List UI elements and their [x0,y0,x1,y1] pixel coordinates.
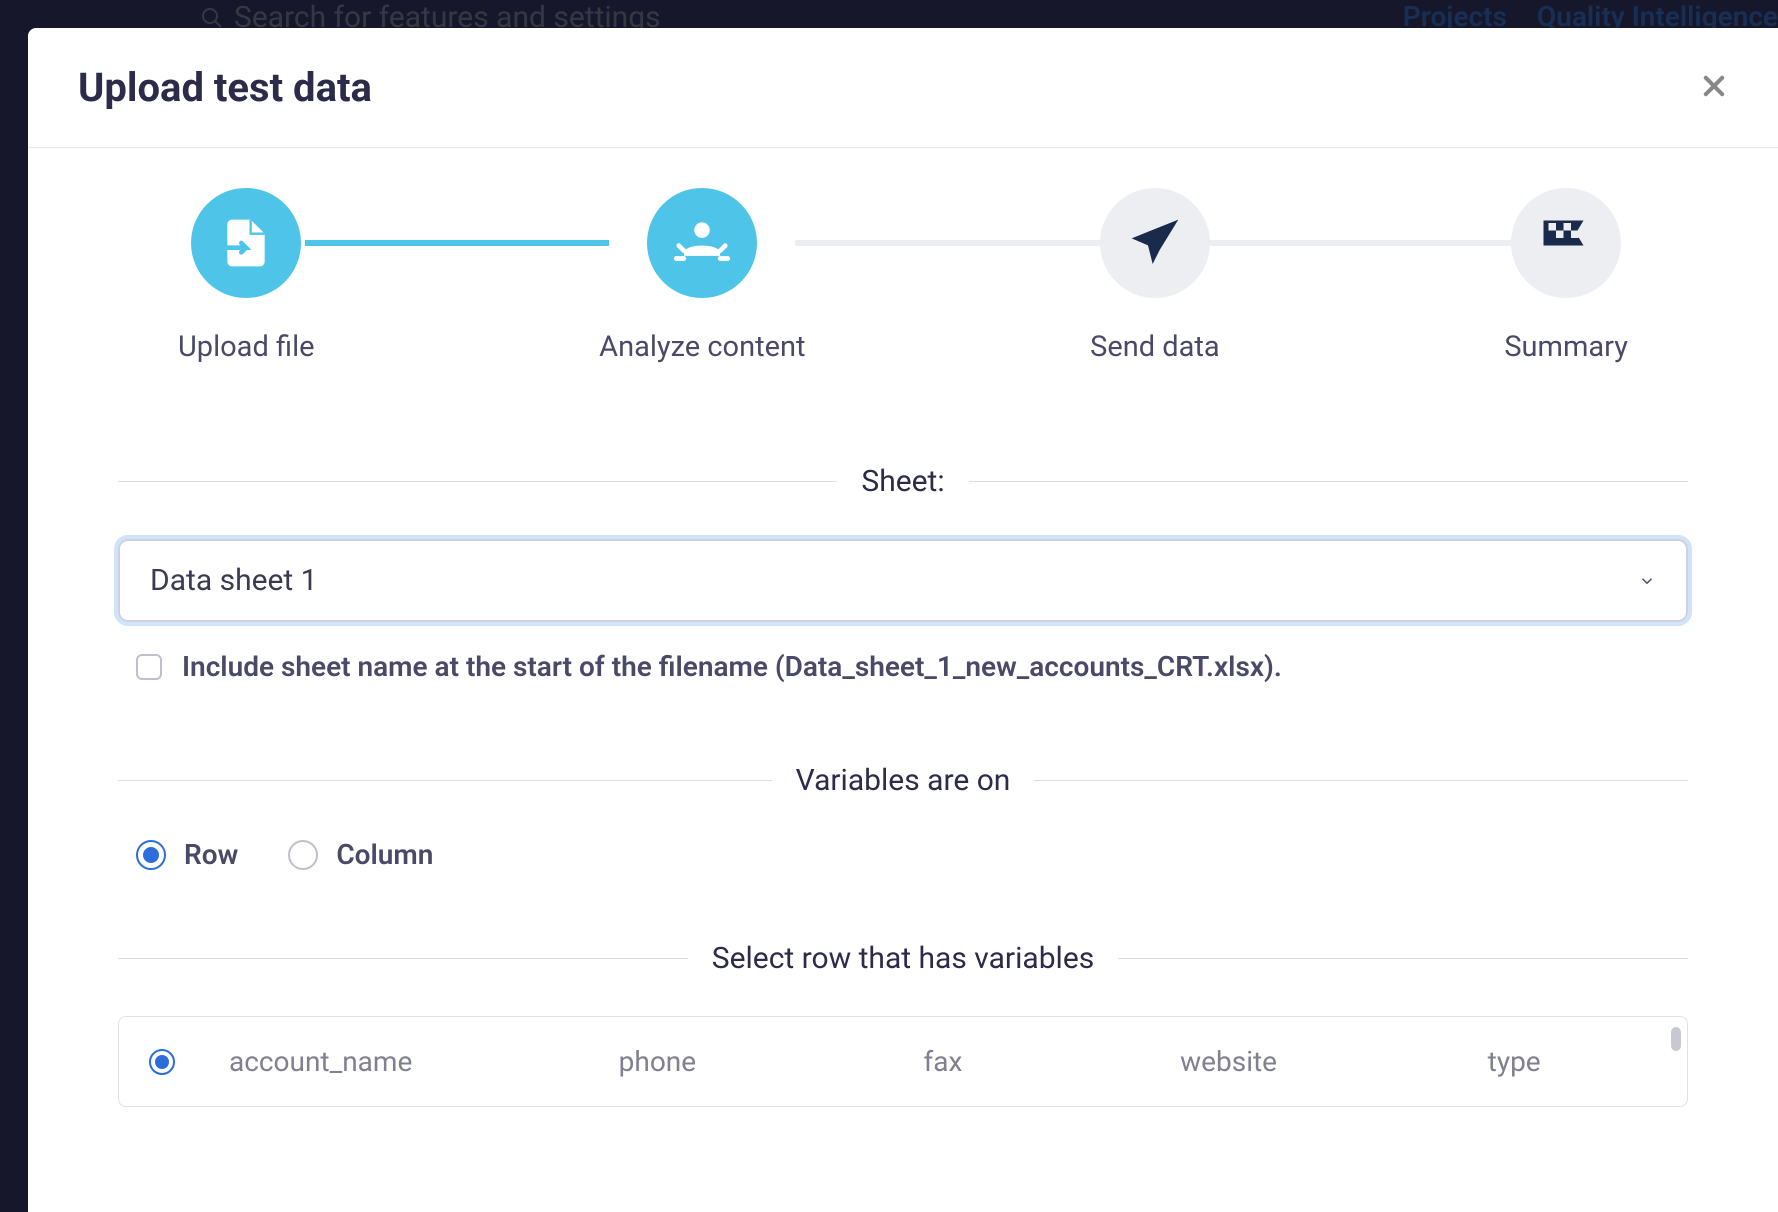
close-button[interactable] [1700,70,1728,106]
include-sheet-name-row: Include sheet name at the start of the f… [118,650,1688,683]
step-label-upload: Upload file [178,330,315,364]
table-row-radio-cell [149,1049,229,1075]
file-import-icon [218,215,274,271]
stepper: Upload file Analyze content [118,188,1688,364]
chevron-down-icon [1638,572,1656,590]
close-icon [1700,72,1728,100]
step-circle-analyze [647,188,757,298]
variables-on-column-radio[interactable] [288,840,318,870]
include-sheet-name-label: Include sheet name at the start of the f… [182,650,1282,683]
analyze-icon [671,212,733,274]
variables-on-row-label: Row [184,838,238,871]
modal-body: Upload file Analyze content [28,148,1778,1107]
step-summary[interactable]: Summary [1504,188,1628,364]
table-row-cells: account_name phone fax website type [229,1045,1657,1078]
variables-on-column-label: Column [336,838,433,871]
modal-title: Upload test data [78,64,372,111]
step-circle-upload [191,188,301,298]
variables-on-row-radio[interactable] [136,840,166,870]
table-cell: type [1371,1045,1657,1078]
sheet-select[interactable]: Data sheet 1 [118,539,1688,622]
variable-row-table: account_name phone fax website type [118,1016,1688,1107]
table-cell: website [1086,1045,1372,1078]
table-row-radio[interactable] [149,1049,175,1075]
upload-modal: Upload test data Upload file [28,28,1778,1212]
step-connector-2 [795,240,1100,246]
sheet-label: Sheet: [837,464,968,499]
step-label-send: Send data [1090,330,1220,364]
step-circle-send [1100,188,1210,298]
variables-on-column-option[interactable]: Column [288,838,433,871]
step-connector-3 [1210,240,1515,246]
variables-section-header: Variables are on [118,763,1688,798]
select-row-section-header: Select row that has variables [118,941,1688,976]
include-sheet-name-checkbox[interactable] [136,654,162,680]
variables-on-label: Variables are on [772,763,1035,798]
flag-icon [1536,213,1596,273]
step-send-data[interactable]: Send data [1090,188,1220,364]
sheet-select-value: Data sheet 1 [150,563,318,598]
table-cell: account_name [229,1045,515,1078]
variables-on-row-option[interactable]: Row [136,838,238,871]
step-analyze-content[interactable]: Analyze content [599,188,805,364]
scroll-indicator[interactable] [1671,1027,1681,1051]
sheet-section-header: Sheet: [118,464,1688,499]
step-label-analyze: Analyze content [599,330,805,364]
sheet-select-wrapper: Data sheet 1 [118,539,1688,622]
modal-header: Upload test data [28,28,1778,148]
table-cell: phone [515,1045,801,1078]
variables-on-radio-row: Row Column [118,838,1688,871]
paper-plane-icon [1127,215,1183,271]
step-label-summary: Summary [1504,330,1628,364]
step-connector-1 [305,240,610,246]
step-circle-summary [1511,188,1621,298]
select-row-label: Select row that has variables [688,941,1118,976]
table-row[interactable]: account_name phone fax website type [119,1017,1687,1106]
step-upload-file[interactable]: Upload file [178,188,315,364]
table-cell: fax [800,1045,1086,1078]
